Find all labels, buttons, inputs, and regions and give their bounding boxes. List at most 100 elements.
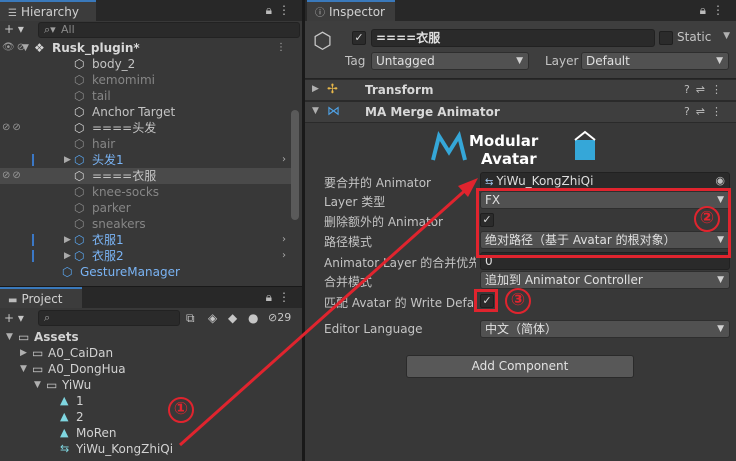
prefab-icon: ⬡	[62, 265, 73, 279]
hierarchy-scrollbar[interactable]	[291, 110, 299, 220]
project-tree-item[interactable]: ⇆ YiWu_KongZhiQi	[0, 441, 290, 457]
project-tree-item[interactable]: ▼ ▭ A0_DongHua	[0, 361, 290, 377]
search-by-type-icon[interactable]: ⧉	[186, 311, 195, 326]
collapse-arrow-icon[interactable]: ▼	[34, 377, 41, 393]
hierarchy-row[interactable]: ⬡ GestureManager	[0, 264, 292, 280]
lock-icon[interactable]: 🔒︎	[266, 3, 278, 17]
merge-animator-component-header[interactable]: ▼ ⋈ MA Merge Animator ?⇌⋮	[305, 101, 736, 123]
static-checkbox[interactable]	[659, 31, 673, 45]
hidden-icon[interactable]: ⊘⊘	[2, 120, 23, 136]
more-icon[interactable]: ⋮	[276, 40, 286, 56]
filter-by-type-icon[interactable]: ◈	[208, 311, 217, 325]
chevron-right-icon[interactable]: ›	[282, 152, 286, 168]
label-icon[interactable]: ◆	[228, 311, 237, 325]
animator-controller-icon: ⇆	[485, 177, 494, 188]
folder-icon: ▭	[32, 346, 44, 360]
component-tools[interactable]: ?⇌⋮	[684, 105, 728, 118]
animator-controller-icon: ⇆	[60, 442, 70, 455]
hierarchy-row[interactable]: ⬡ Anchor Target	[0, 104, 292, 120]
annotation-box-write-defaults	[474, 289, 498, 312]
more-icon[interactable]: ⋮	[712, 3, 730, 17]
more-icon[interactable]: ⋮	[278, 290, 296, 304]
collapse-arrow-icon[interactable]: ▼	[312, 106, 319, 116]
object-picker-icon[interactable]: ◉	[715, 173, 725, 189]
hierarchy-row[interactable]: ⬡ kemomimi	[0, 72, 292, 88]
gameobject-icon: ⬡	[74, 73, 85, 87]
hierarchy-row[interactable]: ▶ › ⬡ 衣服2	[0, 248, 292, 264]
expand-arrow-icon[interactable]: ▶	[312, 84, 319, 94]
editor-language-dropdown[interactable]: 中文（简体） ▼	[480, 320, 730, 338]
hierarchy-search-input[interactable]: ⌕▾ All	[38, 22, 300, 38]
hidden-packages-icon[interactable]: ⊘29	[268, 311, 291, 324]
chevron-right-icon[interactable]: ›	[282, 248, 286, 264]
merge-mode-dropdown[interactable]: 追加到 Animator Controller ▼	[480, 271, 730, 289]
hierarchy-row[interactable]: ⊘⊘ ⬡ ====头发	[0, 120, 292, 136]
more-icon[interactable]: ⋮	[278, 3, 296, 17]
project-search-input[interactable]: ⌕	[38, 310, 180, 326]
component-tools[interactable]: ?⇌⋮	[684, 83, 728, 96]
hierarchy-row[interactable]: ⊘⊘ ⬡ ====衣服	[0, 168, 292, 184]
create-asset-button[interactable]: + ▾	[4, 311, 24, 325]
hierarchy-row[interactable]: ⬡ sneakers	[0, 216, 292, 232]
hierarchy-row[interactable]: ▶ › ⬡ 头发1	[0, 152, 292, 168]
object-name-field[interactable]: ====衣服	[371, 29, 655, 47]
collapse-arrow-icon[interactable]: ▼	[6, 329, 13, 345]
project-tabbar: ▬ Project 🔒︎⋮	[0, 287, 302, 308]
modular-avatar-icon: ⋈	[327, 104, 340, 119]
animation-clip-icon: ▲	[60, 410, 69, 423]
hierarchy-root-row[interactable]: 👁︎⊘ ▼ ❖ Rusk_plugin* ⋮	[0, 40, 292, 56]
project-tree-item[interactable]: ▲ 1	[0, 393, 290, 409]
project-tree-item[interactable]: ▲ MoRen	[0, 425, 290, 441]
tab-project[interactable]: ▬ Project	[0, 287, 82, 308]
info-icon[interactable]: ●	[248, 311, 258, 325]
editor-language-row: Editor Language 中文（简体） ▼	[305, 320, 736, 338]
transform-component-header[interactable]: ▶ ✢ Transform ?⇌⋮	[305, 79, 736, 101]
add-component-button[interactable]: Add Component	[406, 355, 634, 378]
gameobject-icon: ⬡	[74, 89, 85, 103]
chevron-down-icon[interactable]: ▼	[723, 31, 730, 41]
add-object-button[interactable]: + ▾	[4, 22, 24, 36]
expand-arrow-icon[interactable]: ▶	[20, 345, 27, 361]
chevron-down-icon: ▼	[516, 56, 523, 66]
project-tree-item[interactable]: ▼ ▭ Assets	[0, 329, 290, 345]
prefab-icon: ⬡	[74, 249, 85, 263]
tab-inspector[interactable]: ⓘ Inspector	[307, 0, 395, 21]
project-tree-item[interactable]: ▶ ▭ A0_CaiDan	[0, 345, 290, 361]
search-icon: ⌕	[44, 311, 51, 324]
hidden-icon[interactable]: ⊘⊘	[2, 168, 23, 184]
hierarchy-row[interactable]: ⬡ tail	[0, 88, 292, 104]
hierarchy-row[interactable]: ▶ › ⬡ 衣服1	[0, 232, 292, 248]
tag-dropdown[interactable]: Untagged ▼	[371, 52, 529, 70]
transform-icon: ✢	[327, 82, 338, 97]
merge-mode-row: 合并模式 追加到 Animator Controller ▼	[305, 271, 736, 289]
project-tab-tools: 🔒︎⋮	[266, 290, 296, 305]
expand-arrow-icon[interactable]: ▶	[64, 152, 71, 168]
project-tree-item[interactable]: ▲ 2	[0, 409, 290, 425]
hierarchy-row[interactable]: ⬡ body_2	[0, 56, 292, 72]
modular-avatar-logo: Modular Avatar	[431, 130, 596, 168]
animation-clip-icon: ▲	[60, 426, 69, 439]
hierarchy-row[interactable]: ⬡ knee-socks	[0, 184, 292, 200]
inspector-tab-tools: 🔒︎⋮	[700, 3, 730, 18]
lock-icon[interactable]: 🔒︎	[266, 290, 278, 304]
active-checkbox[interactable]: ✓	[352, 31, 366, 45]
project-tree-item[interactable]: ▼ ▭ YiWu	[0, 377, 290, 393]
gameobject-icon: ⬡	[74, 217, 85, 231]
layer-dropdown[interactable]: Default ▼	[581, 52, 729, 70]
lock-icon[interactable]: 🔒︎	[700, 3, 712, 17]
gameobject-icon: ⬡	[74, 185, 85, 199]
hierarchy-row[interactable]: ⬡ hair	[0, 136, 292, 152]
gameobject-icon: ⬡	[74, 121, 85, 135]
annotation-step-1: ①	[168, 397, 194, 423]
hierarchy-toolbar: + ▾ ⌕▾ All	[0, 21, 302, 39]
tab-hierarchy[interactable]: ☰ Hierarchy	[0, 0, 96, 21]
project-panel: ▬ Project 🔒︎⋮ + ▾ ⌕ ⧉ ◈ ◆ ● ⊘29 ▼ ▭ Assets ▶…	[0, 287, 302, 461]
collapse-arrow-icon[interactable]: ▼	[22, 40, 29, 56]
chevron-right-icon[interactable]: ›	[282, 232, 286, 248]
collapse-arrow-icon[interactable]: ▼	[20, 361, 27, 377]
hierarchy-row[interactable]: ⬡ parker	[0, 200, 292, 216]
layer-label: Layer	[545, 54, 579, 68]
expand-arrow-icon[interactable]: ▶	[64, 232, 71, 248]
inspector-tabbar: ⓘ Inspector 🔒︎⋮	[305, 0, 736, 21]
expand-arrow-icon[interactable]: ▶	[64, 248, 71, 264]
